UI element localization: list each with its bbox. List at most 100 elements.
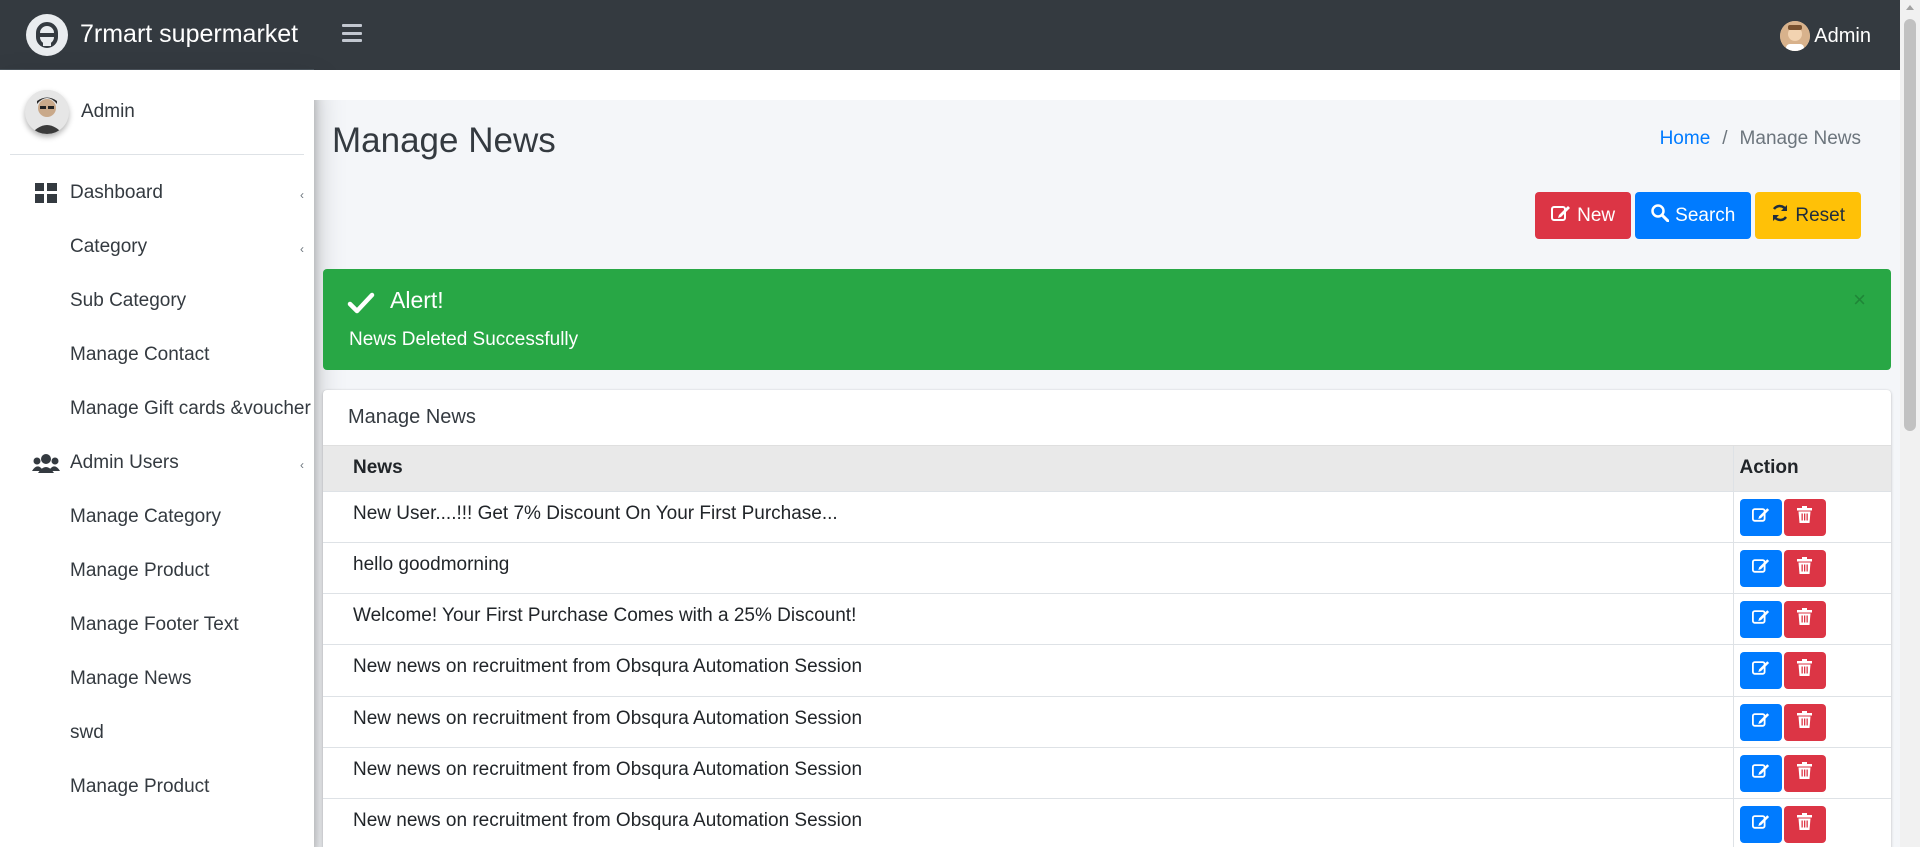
sidebar-item-gift-cards[interactable]: Manage Gift cards &voucher xyxy=(0,382,314,436)
news-cell: New news on recruitment from Obsqura Aut… xyxy=(323,644,1733,697)
breadcrumb-current: Manage News xyxy=(1739,128,1861,149)
search-icon xyxy=(1651,203,1670,228)
sidebar-item-label: Dashboard xyxy=(70,182,163,203)
news-table: News Action New User....!!! Get 7% Disco… xyxy=(323,446,1891,847)
delete-button[interactable] xyxy=(1783,498,1826,536)
sidebar-item-label: Admin Users xyxy=(70,452,179,473)
sidebar-item-manage-contact[interactable]: Manage Contact xyxy=(0,328,314,382)
sidebar-item-manage-category[interactable]: Manage Category xyxy=(0,490,314,544)
edit-icon xyxy=(1751,711,1770,734)
sidebar-item-label: Category xyxy=(70,236,148,257)
table-row: New news on recruitment from Obsqura Aut… xyxy=(323,696,1891,748)
sidebar-item-category[interactable]: Category ‹ xyxy=(0,220,314,274)
scroll-up-arrow-icon[interactable] xyxy=(1906,5,1914,10)
sidebar: Admin Dashboard ‹ Category ‹ Sub Categor… xyxy=(0,70,314,847)
main-content: Manage News Home / Manage News New Searc… xyxy=(314,70,1900,847)
sidebar-item-label: Manage News xyxy=(70,668,192,689)
top-user-menu[interactable]: Admin xyxy=(1780,21,1871,51)
delete-button[interactable] xyxy=(1783,652,1826,690)
dashboard-icon xyxy=(32,179,60,207)
chevron-left-icon: ‹ xyxy=(300,188,304,202)
sidebar-item-manage-news[interactable]: Manage News xyxy=(0,652,314,706)
sidebar-item-label: Manage Footer Text xyxy=(70,614,239,635)
edit-button[interactable] xyxy=(1739,806,1782,844)
edit-icon xyxy=(1751,506,1770,529)
delete-button[interactable] xyxy=(1783,806,1826,844)
reset-button[interactable]: Reset xyxy=(1755,192,1861,239)
action-cell xyxy=(1732,747,1891,800)
breadcrumb: Home / Manage News xyxy=(1660,128,1861,150)
scrollbar-thumb[interactable] xyxy=(1904,19,1916,431)
reset-button-label: Reset xyxy=(1795,204,1845,226)
search-button-label: Search xyxy=(1675,204,1736,226)
edit-button[interactable] xyxy=(1739,703,1782,741)
sidebar-item-sub-category[interactable]: Sub Category xyxy=(0,274,314,328)
page-title: Manage News xyxy=(332,121,556,160)
sidebar-user-name: Admin xyxy=(81,101,135,122)
breadcrumb-separator: / xyxy=(1722,128,1728,149)
action-cell xyxy=(1732,593,1891,646)
edit-icon xyxy=(1751,813,1770,836)
users-icon xyxy=(32,449,60,477)
trash-icon xyxy=(1797,813,1812,836)
trash-icon xyxy=(1797,710,1812,734)
edit-icon xyxy=(1751,659,1770,682)
sidebar-item-label: Manage Contact xyxy=(70,344,210,365)
sidebar-item-manage-product-2[interactable]: Manage Product xyxy=(0,760,314,814)
delete-button[interactable] xyxy=(1783,754,1826,792)
table-row: New news on recruitment from Obsqura Aut… xyxy=(323,644,1891,697)
brand[interactable]: 7rmart supermarket xyxy=(0,0,314,70)
edit-icon xyxy=(1751,762,1770,785)
sidebar-item-label: Sub Category xyxy=(70,290,187,311)
top-user-name: Admin xyxy=(1814,24,1871,47)
chevron-left-icon: ‹ xyxy=(300,458,304,472)
menu-toggle-icon[interactable] xyxy=(342,24,362,42)
action-cell xyxy=(1732,696,1891,748)
top-avatar xyxy=(1780,21,1811,51)
table-row: Welcome! Your First Purchase Comes with … xyxy=(323,593,1891,646)
edit-button[interactable] xyxy=(1739,549,1782,587)
new-button[interactable]: New xyxy=(1535,192,1632,239)
alert-title: Alert! xyxy=(390,287,444,313)
edit-icon xyxy=(1751,557,1770,580)
delete-button[interactable] xyxy=(1783,601,1826,639)
delete-button[interactable] xyxy=(1783,549,1826,587)
brand-text: 7rmart supermarket xyxy=(80,20,299,48)
table-row: New news on recruitment from Obsqura Aut… xyxy=(323,798,1891,847)
table-row: hello goodmorning xyxy=(323,542,1891,595)
table-row: New news on recruitment from Obsqura Aut… xyxy=(323,747,1891,800)
trash-icon xyxy=(1797,608,1812,631)
user-panel[interactable]: Admin xyxy=(10,70,304,155)
page-scrollbar[interactable] xyxy=(1900,0,1920,847)
edit-button[interactable] xyxy=(1739,601,1782,639)
edit-icon xyxy=(1751,608,1770,631)
edit-button[interactable] xyxy=(1739,498,1782,536)
sidebar-item-label: Manage Product xyxy=(70,560,210,581)
search-button[interactable]: Search xyxy=(1635,192,1752,239)
close-icon[interactable]: × xyxy=(1853,287,1866,313)
edit-icon xyxy=(1551,204,1571,228)
news-cell: Welcome! Your First Purchase Comes with … xyxy=(323,593,1733,646)
edit-button[interactable] xyxy=(1739,754,1782,792)
column-header-news: News xyxy=(323,446,1733,492)
edit-button[interactable] xyxy=(1739,652,1782,690)
sidebar-item-manage-footer-text[interactable]: Manage Footer Text xyxy=(0,598,314,652)
success-alert: Alert! News Deleted Successfully × xyxy=(323,269,1891,370)
table-body: New User....!!! Get 7% Discount On Your … xyxy=(323,491,1891,847)
trash-icon xyxy=(1797,556,1812,580)
check-icon xyxy=(347,289,375,317)
topbar: Admin xyxy=(314,0,1900,70)
column-header-action: Action xyxy=(1732,446,1891,492)
news-card: Manage News News Action New User....!!! … xyxy=(323,390,1891,847)
action-cell xyxy=(1732,798,1891,847)
table-row: New User....!!! Get 7% Discount On Your … xyxy=(323,491,1891,543)
trash-icon xyxy=(1797,761,1812,785)
sidebar-item-admin-users[interactable]: Admin Users ‹ xyxy=(0,436,314,490)
sidebar-item-manage-product[interactable]: Manage Product xyxy=(0,544,314,598)
sidebar-item-swd[interactable]: swd xyxy=(0,706,314,760)
content-top-strip xyxy=(314,70,1900,100)
delete-button[interactable] xyxy=(1783,703,1826,741)
sidebar-item-dashboard[interactable]: Dashboard ‹ xyxy=(0,166,314,220)
breadcrumb-home-link[interactable]: Home xyxy=(1660,128,1711,150)
chevron-left-icon: ‹ xyxy=(300,242,304,256)
